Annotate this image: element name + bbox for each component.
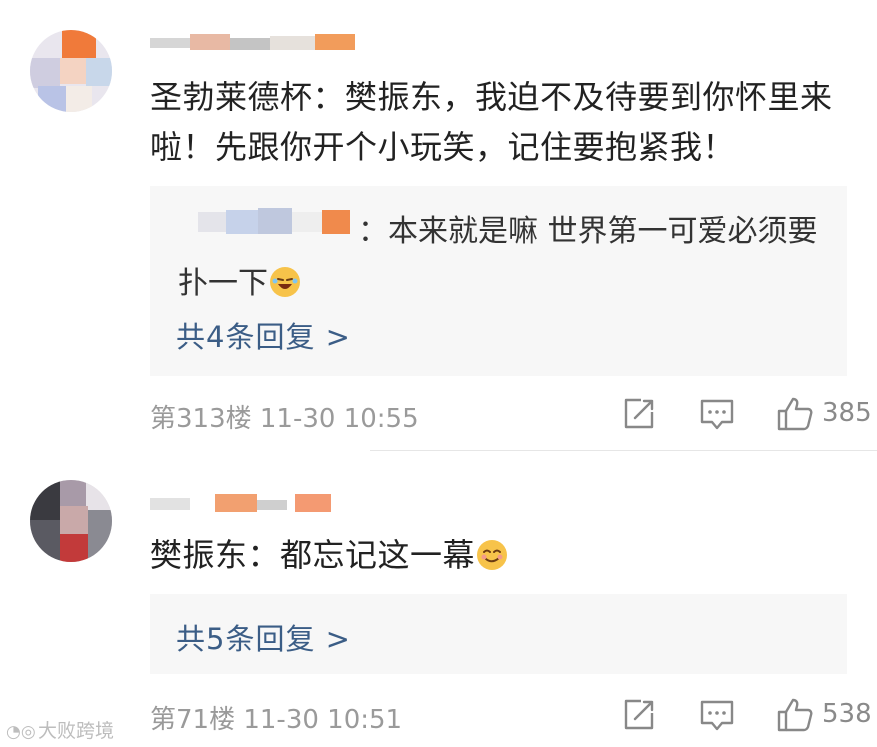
like-count: 538 bbox=[822, 699, 872, 729]
avatar[interactable] bbox=[30, 30, 112, 112]
comment-text: 圣勃莱德杯：樊振东，我迫不及待要到你怀里来啦！先跟你开个小玩笑，记住要抱紧我！ bbox=[150, 78, 833, 166]
more-replies-link[interactable]: 共4条回复 > bbox=[176, 314, 351, 356]
reply-panel[interactable]: 共5条回复 > bbox=[150, 594, 847, 674]
comment-icon[interactable] bbox=[697, 695, 737, 735]
reply-text: ：本来就是嘛 世界第一可爱必须要扑一下 bbox=[178, 214, 818, 301]
thumbs-up-icon[interactable] bbox=[775, 695, 815, 735]
watermark-logo-icon: ◔◎ bbox=[6, 722, 36, 742]
username-blurred[interactable] bbox=[150, 492, 340, 514]
share-icon[interactable] bbox=[619, 695, 659, 735]
share-icon[interactable] bbox=[619, 394, 659, 434]
smirk-emoji-icon bbox=[477, 540, 508, 570]
reply-panel[interactable]: ：本来就是嘛 世界第一可爱必须要扑一下 共4条回复 > bbox=[150, 186, 847, 376]
avatar[interactable] bbox=[30, 480, 112, 562]
crying-laughing-emoji-icon bbox=[270, 267, 300, 297]
more-replies-link[interactable]: 共5条回复 > bbox=[176, 616, 351, 658]
comment-text: 樊振东：都忘记这一幕 bbox=[150, 530, 840, 580]
watermark: ◔◎ 大败跨境 bbox=[6, 720, 115, 742]
comment-meta: 第313楼 11-30 10:55 bbox=[150, 404, 419, 434]
comment-item: 圣勃莱德杯：樊振东，我迫不及待要到你怀里来啦！先跟你开个小玩笑，记住要抱紧我！ … bbox=[0, 0, 877, 450]
like-count: 385 bbox=[822, 398, 872, 428]
divider bbox=[370, 450, 877, 451]
comment-meta: 第71楼 11-30 10:51 bbox=[150, 705, 403, 735]
username-blurred[interactable] bbox=[150, 30, 370, 52]
comment-icon[interactable] bbox=[697, 394, 737, 434]
comment-item: 樊振东：都忘记这一幕 共5条回复 > 第71楼 11-30 10:51 538 bbox=[0, 462, 877, 747]
thumbs-up-icon[interactable] bbox=[775, 394, 815, 434]
